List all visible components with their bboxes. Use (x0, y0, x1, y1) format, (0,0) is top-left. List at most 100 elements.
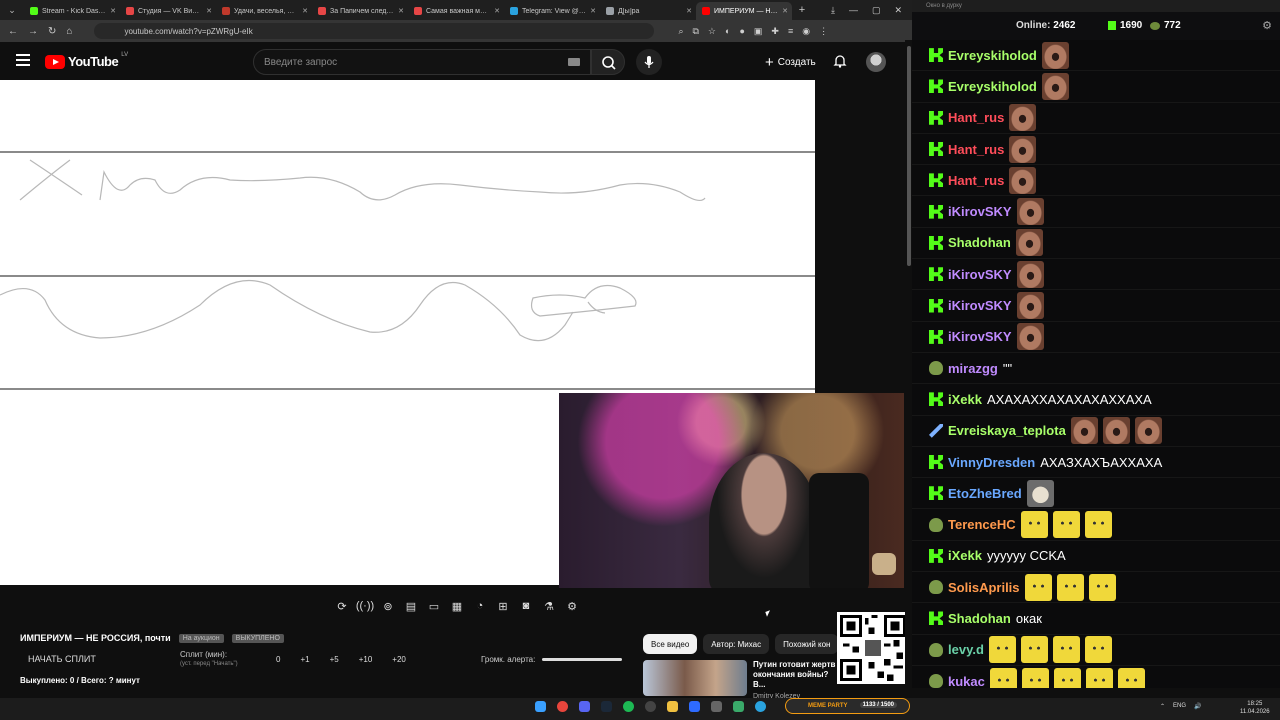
video-thumbnail[interactable] (643, 660, 747, 696)
clock[interactable]: 18:25 11.04.2026 (1240, 700, 1270, 716)
browser-tab[interactable]: Удачи, веселья, не сдавай ✕ (216, 2, 312, 20)
create-button[interactable]: + Создать (757, 51, 824, 73)
chat-username[interactable]: EtoZheBred (948, 486, 1022, 501)
browser-tab[interactable]: Stream - Kick Dashboard✕ (24, 2, 120, 20)
chat-username[interactable]: VinnyDresden (948, 455, 1035, 470)
split-add-1-button[interactable]: +1 (300, 655, 309, 664)
bookmark-star-icon[interactable]: ☆ (708, 26, 716, 37)
chat-username[interactable]: Evreiskaya_teplota (948, 423, 1066, 438)
chat-username[interactable]: Hant_rus (948, 173, 1004, 188)
chat-username[interactable]: TerenceHC (948, 517, 1016, 532)
chat-username[interactable]: Hant_rus (948, 142, 1004, 157)
spotify-icon[interactable] (623, 701, 634, 712)
bought-tag[interactable]: ВЫКУПЛЕНО (231, 633, 284, 643)
tab-search-icon[interactable]: ⌄ (0, 0, 24, 20)
tool-icon[interactable] (733, 701, 744, 712)
account-avatar[interactable] (866, 52, 886, 72)
search-input[interactable]: Введите запрос (253, 49, 591, 75)
minimize-icon[interactable]: — (849, 5, 858, 16)
alert-volume-slider[interactable] (542, 658, 622, 661)
chat-username[interactable]: Evreyskiholod (948, 79, 1037, 94)
browser-tab[interactable]: За Папичем следят в ... ✕ (312, 2, 408, 20)
tray-chevron-icon[interactable]: ⌃ (1160, 703, 1165, 710)
chat-username[interactable]: Evreyskiholod (948, 48, 1037, 63)
url-field[interactable]: youtube.com/watch?v=pZWRgU-eIk (94, 23, 655, 39)
tab-close-icon[interactable]: ✕ (398, 7, 404, 15)
tab-close-icon[interactable]: ✕ (302, 7, 308, 15)
video-player[interactable] (0, 80, 904, 590)
explorer-icon[interactable] (667, 701, 678, 712)
discord-icon[interactable] (579, 701, 590, 712)
browser-tab[interactable]: Самая важная машина ... ✕ (408, 2, 504, 20)
tab-close-icon[interactable]: ✕ (590, 7, 596, 15)
screenshot-icon[interactable]: ◙ (517, 598, 535, 614)
flask-icon[interactable]: ⚗ (540, 598, 558, 614)
browser-tab[interactable]: Студия — VK Видео Live✕ (120, 2, 216, 20)
chat-username[interactable]: iKirovSKY (948, 329, 1012, 344)
loop-icon[interactable]: ⟳ (333, 598, 351, 614)
reading-list-icon[interactable]: ≡ (788, 26, 793, 37)
windows-start-icon[interactable] (535, 701, 546, 712)
download-icon[interactable]: ⤓ (831, 5, 835, 16)
chat-settings-icon[interactable]: ⚙ (1262, 19, 1272, 32)
extensions-puzzle-icon[interactable]: ✚ (771, 26, 779, 37)
film-icon[interactable]: ▤ (402, 598, 420, 614)
split-add-20-button[interactable]: +20 (392, 655, 406, 664)
gear-icon[interactable]: ⚙ (563, 598, 581, 614)
volume-icon[interactable]: 🔊 (1194, 703, 1201, 710)
telegram-icon[interactable] (755, 701, 766, 712)
picture-in-picture-icon[interactable]: ▭ (425, 598, 443, 614)
search-button[interactable] (591, 49, 625, 75)
steam-icon[interactable] (601, 701, 612, 712)
video-title[interactable]: Путин готовит жертв окончания войны? В..… (753, 660, 843, 702)
browser-tab[interactable]: ИМПЕРИУМ — НЕ ... ✕ (696, 2, 792, 20)
auction-tag[interactable]: На аукцион (178, 633, 224, 643)
tab-close-icon[interactable]: ✕ (686, 7, 692, 15)
new-tab-icon[interactable]: + (792, 4, 812, 16)
language-indicator[interactable]: ENG (1173, 703, 1186, 710)
home-icon[interactable]: ⌂ (66, 26, 72, 37)
maximize-icon[interactable]: ▢ (872, 5, 881, 16)
cast-icon[interactable]: ⧉ (692, 26, 698, 37)
extension-icon[interactable]: ▣ (754, 26, 763, 37)
notifications-bell-icon[interactable] (832, 53, 848, 74)
frame-icon[interactable]: ▦ (448, 598, 466, 614)
tab-close-icon[interactable]: ✕ (494, 7, 500, 15)
tab-close-icon[interactable]: ✕ (782, 7, 788, 15)
voice-search-button[interactable] (636, 49, 662, 75)
obs-icon[interactable] (645, 701, 656, 712)
add-clip-icon[interactable]: ⊞ (494, 598, 512, 614)
split-add-5-button[interactable]: +5 (330, 655, 339, 664)
chip-similar[interactable]: Похожий кон (775, 634, 839, 654)
chip-all-videos[interactable]: Все видео (643, 634, 698, 654)
browser-tab[interactable]: Telegram: View @groks ✕ (504, 2, 600, 20)
app-icon[interactable] (711, 701, 722, 712)
chat-username[interactable]: Shadohan (948, 235, 1011, 250)
extension-icon[interactable]: ◐ (725, 26, 730, 37)
camera-settings-icon[interactable]: ⊚ (379, 598, 397, 614)
profile-icon[interactable]: ◉ (802, 26, 810, 37)
chat-username[interactable]: iKirovSKY (948, 204, 1012, 219)
split-add-10-button[interactable]: +10 (359, 655, 373, 664)
menu-dots-icon[interactable]: ⋮ (819, 26, 828, 37)
start-split-button[interactable]: НАЧАТЬ СПЛИТ (28, 654, 96, 664)
meme-party-widget[interactable]: MEME PARTY 1133 / 1500 (785, 698, 910, 714)
chat-username[interactable]: iXekk (948, 392, 982, 407)
speed-gauge-icon[interactable]: ◔ (471, 598, 489, 614)
chat-username[interactable]: iXekk (948, 548, 982, 563)
back-icon[interactable]: ← (8, 26, 18, 37)
keyboard-icon[interactable] (568, 58, 580, 66)
menu-hamburger-icon[interactable] (16, 54, 30, 69)
related-video-item[interactable]: Путин готовит жертв окончания войны? В..… (643, 660, 843, 702)
chat-username[interactable]: Hant_rus (948, 110, 1004, 125)
youtube-logo[interactable]: YouTube LV (45, 52, 128, 69)
extension-icon[interactable]: ● (739, 26, 744, 37)
chat-username[interactable]: SolisAprilis (948, 580, 1020, 595)
close-icon[interactable]: ✕ (894, 5, 902, 16)
player-icon[interactable] (689, 701, 700, 712)
chat-username[interactable]: iKirovSKY (948, 298, 1012, 313)
chat-username[interactable]: iKirovSKY (948, 267, 1012, 282)
chat-username[interactable]: levy.d (948, 642, 984, 657)
chrome-icon[interactable] (557, 701, 568, 712)
chat-username[interactable]: mirazgg (948, 361, 998, 376)
